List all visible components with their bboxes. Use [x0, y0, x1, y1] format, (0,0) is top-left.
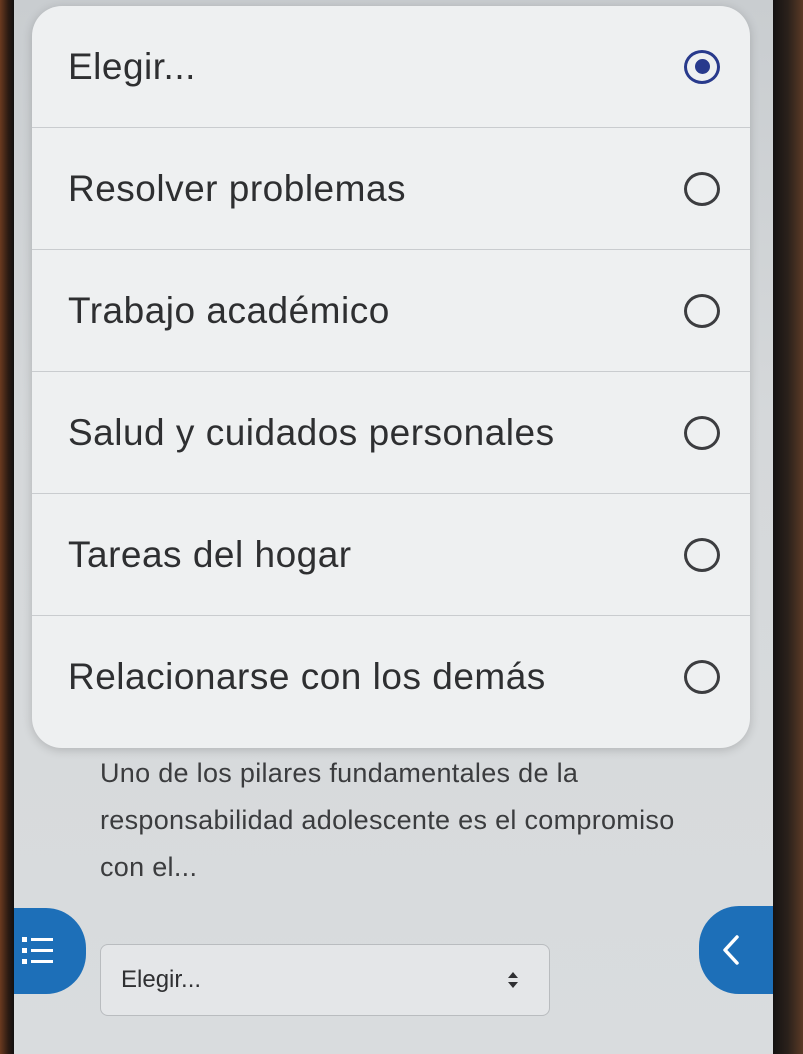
previous-button[interactable]: [699, 906, 773, 994]
option-tareas-hogar[interactable]: Tareas del hogar: [32, 494, 750, 616]
radio-icon[interactable]: [684, 171, 720, 206]
select-arrows-icon: [508, 972, 518, 988]
option-relacionarse[interactable]: Relacionarse con los demás: [32, 616, 750, 738]
question-text: Uno de los pilares fundamentales de la r…: [100, 758, 675, 882]
option-label: Relacionarse con los demás: [68, 656, 546, 697]
option-salud-cuidados[interactable]: Salud y cuidados personales: [32, 372, 750, 494]
radio-icon[interactable]: [684, 660, 720, 694]
device-bezel-right: [773, 0, 803, 1054]
option-label: Tareas del hogar: [68, 533, 352, 575]
list-icon: [22, 937, 53, 964]
option-resolver-problemas[interactable]: Resolver problemas: [32, 128, 750, 250]
radio-icon[interactable]: [684, 415, 720, 450]
dropdown-popup: Elegir... Resolver problemas Trabajo aca…: [32, 6, 750, 748]
option-label: Resolver problemas: [68, 167, 407, 209]
option-label: Trabajo académico: [68, 289, 390, 331]
screen: Uno de los pilares fundamentales de la r…: [14, 0, 773, 1054]
radio-icon[interactable]: [684, 293, 720, 328]
option-elegir[interactable]: Elegir...: [32, 6, 750, 128]
radio-icon[interactable]: [684, 537, 720, 572]
answer-select-value: Elegir...: [121, 966, 202, 993]
option-trabajo-academico[interactable]: Trabajo académico: [32, 250, 750, 372]
option-label: Salud y cuidados personales: [68, 411, 555, 453]
device-bezel-left: [0, 0, 14, 1054]
radio-selected-icon[interactable]: [684, 49, 720, 84]
option-label: Elegir...: [68, 45, 196, 87]
answer-select[interactable]: Elegir...: [100, 944, 550, 1016]
chevron-left-icon: [723, 935, 739, 965]
quiz-navigation-button[interactable]: [14, 908, 86, 994]
